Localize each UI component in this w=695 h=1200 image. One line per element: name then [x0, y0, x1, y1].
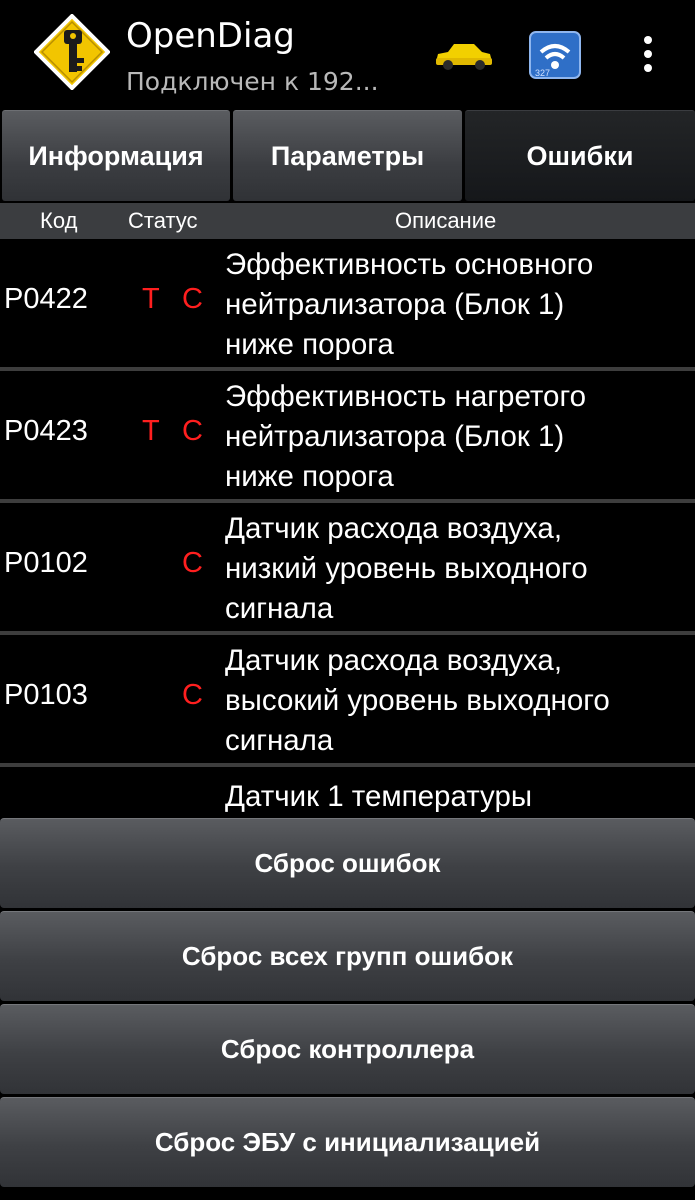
- error-row[interactable]: P0422 T C Эффективность основного нейтра…: [0, 239, 695, 371]
- desc-line: Датчик 1 температуры: [225, 780, 533, 813]
- error-row[interactable]: P0102 C Датчик расхода воздуха, низкий у…: [0, 503, 695, 635]
- error-row[interactable]: P0103 C Датчик расхода воздуха, высокий …: [0, 635, 695, 767]
- header-description: Описание: [395, 208, 497, 233]
- status-t: T: [142, 415, 160, 447]
- error-code: P0102: [4, 547, 88, 579]
- status-c: C: [182, 679, 203, 711]
- table-header: Код Статус Описание: [0, 203, 695, 239]
- app-title: OpenDiag: [126, 16, 295, 56]
- car-icon[interactable]: [432, 38, 494, 72]
- error-list[interactable]: P0422 T C Эффективность основного нейтра…: [0, 239, 695, 815]
- desc-line: ниже порога: [225, 328, 394, 361]
- status-c: C: [182, 415, 203, 447]
- tab-errors[interactable]: Ошибки: [465, 110, 695, 201]
- status-t: T: [142, 283, 160, 315]
- svg-text:327: 327: [535, 68, 550, 78]
- desc-line: сигнала: [225, 724, 334, 757]
- error-row[interactable]: P0423 T C Эффективность нагретого нейтра…: [0, 371, 695, 503]
- desc-line: высокий уровень выходного: [225, 684, 610, 717]
- reset-all-error-groups-button[interactable]: Сброс всех групп ошибок: [0, 911, 695, 1001]
- action-bar: OpenDiag Подключен к 192... 327: [0, 0, 695, 108]
- tab-information[interactable]: Информация: [2, 110, 230, 201]
- desc-line: Датчик расхода воздуха,: [225, 644, 563, 677]
- reset-ecu-with-init-button[interactable]: Сброс ЭБУ с инициализацией: [0, 1097, 695, 1187]
- error-code: P0423: [4, 415, 88, 447]
- error-description: Эффективность нагретого нейтрализатора (…: [225, 377, 695, 497]
- reset-errors-button[interactable]: Сброс ошибок: [0, 818, 695, 908]
- reset-controller-button[interactable]: Сброс контроллера: [0, 1004, 695, 1094]
- error-code: P0103: [4, 679, 88, 711]
- desc-line: нейтрализатора (Блок 1): [225, 288, 565, 321]
- error-description: Эффективность основного нейтрализатора (…: [225, 245, 695, 365]
- header-code: Код: [40, 208, 78, 233]
- wifi-adapter-icon[interactable]: 327: [528, 30, 582, 80]
- app-logo-key-icon[interactable]: [34, 14, 110, 90]
- desc-line: ниже порога: [225, 460, 394, 493]
- desc-line: нейтрализатора (Блок 1): [225, 420, 565, 453]
- tab-parameters[interactable]: Параметры: [233, 110, 462, 201]
- status-c: C: [182, 547, 203, 579]
- more-vert-icon[interactable]: [636, 34, 660, 74]
- desc-line: сигнала: [225, 592, 334, 625]
- desc-line: низкий уровень выходного: [225, 552, 588, 585]
- error-description: Датчик расхода воздуха, низкий уровень в…: [225, 509, 695, 629]
- status-c: C: [182, 283, 203, 315]
- error-row[interactable]: Датчик 1 температуры: [0, 767, 695, 815]
- connection-status: Подключен к 192...: [126, 67, 379, 96]
- error-description: Датчик 1 температуры: [225, 777, 695, 815]
- error-code: P0422: [4, 283, 88, 315]
- desc-line: Эффективность основного: [225, 248, 594, 281]
- header-status: Статус: [128, 208, 198, 233]
- tab-bar: Информация Параметры Ошибки: [0, 110, 695, 202]
- desc-line: Эффективность нагретого: [225, 380, 586, 413]
- desc-line: Датчик расхода воздуха,: [225, 512, 563, 545]
- error-description: Датчик расхода воздуха, высокий уровень …: [225, 641, 695, 761]
